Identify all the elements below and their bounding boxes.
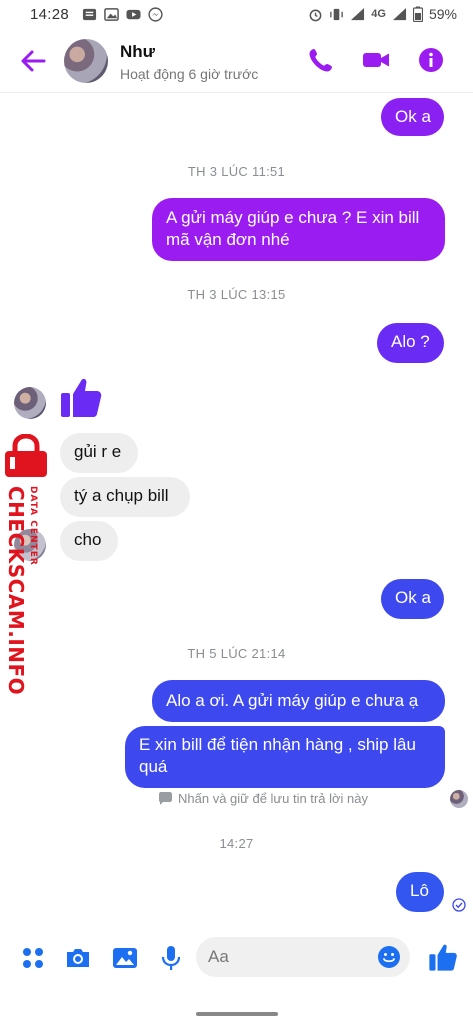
sender-avatar[interactable] (14, 387, 46, 419)
conversation-header: Như Hoạt động 6 giờ trước (0, 30, 473, 93)
reply-hint: Nhấn và giữ để lưu tin trả lời này (158, 791, 368, 806)
emoji-icon[interactable] (377, 945, 401, 969)
watermark-subtext: DATA CENTER (28, 486, 38, 566)
battery-percent: 59% (428, 6, 457, 22)
camera-icon[interactable] (64, 944, 92, 972)
thumbs-up-icon[interactable] (59, 375, 103, 419)
message-line: E xin bill để tiện nhận hàng , ship lâu (139, 735, 416, 754)
padlock-icon (5, 434, 47, 477)
alarm-icon (309, 9, 322, 21)
phone-icon[interactable] (306, 45, 336, 75)
incoming-message[interactable]: cho (60, 521, 118, 561)
battery-icon (412, 6, 423, 22)
youtube-notification-icon (126, 9, 141, 20)
message-input-box[interactable] (196, 937, 410, 977)
video-camera-icon[interactable] (361, 45, 391, 75)
outgoing-message[interactable]: Alo ? (377, 323, 444, 363)
timestamp: TH 5 LÚC 21:14 (187, 646, 286, 661)
status-bar: 14:28 4G 59% (0, 0, 473, 30)
chat-bubble-icon (159, 791, 172, 805)
cell-signal-icon (392, 7, 407, 20)
contact-status: Hoạt động 6 giờ trước (120, 66, 259, 82)
image-icon[interactable] (111, 944, 139, 972)
status-time: 14:28 (30, 6, 70, 23)
hint-text: Nhấn và giữ để lưu tin trả lời này (178, 791, 368, 806)
timestamp: TH 3 LÚC 11:51 (187, 164, 286, 179)
contact-avatar[interactable] (64, 39, 108, 83)
timestamp: 14:27 (219, 836, 254, 851)
notification-icons (82, 7, 163, 22)
message-notification-icon (82, 8, 97, 21)
vibrate-icon (330, 8, 344, 20)
message-line: mã vận đơn nhé (166, 230, 290, 249)
back-arrow-icon[interactable] (18, 46, 48, 76)
messenger-notification-icon (148, 7, 163, 22)
menu-dots-icon[interactable] (19, 944, 47, 972)
network-type: 4G (371, 8, 386, 20)
home-indicator[interactable] (196, 1012, 278, 1016)
incoming-message[interactable]: tý a chụp bill (60, 477, 190, 517)
sent-check-icon (452, 898, 466, 912)
system-icons: 4G 59% (308, 6, 457, 22)
timestamp: TH 3 LÚC 13:15 (187, 287, 286, 302)
watermark-text: CHECKSCAM.INFO (4, 486, 28, 696)
message-line: quá (139, 757, 168, 776)
microphone-icon[interactable] (157, 944, 185, 972)
outgoing-message[interactable]: Alo a ơi. A gửi máy giúp e chưa ạ (152, 680, 445, 722)
message-line: A gửi máy giúp e chưa ? E xin bill (166, 208, 420, 227)
watermark: CHECKSCAM.INFO DATA CENTER (0, 434, 60, 695)
outgoing-message[interactable]: Ok a (381, 98, 444, 136)
message-composer (0, 930, 473, 990)
message-input[interactable] (208, 937, 368, 977)
outgoing-message[interactable]: E xin bill để tiện nhận hàng , ship lâu … (125, 726, 445, 788)
gallery-notification-icon (104, 8, 119, 21)
contact-name[interactable]: Như (120, 42, 155, 62)
info-icon[interactable] (416, 45, 446, 75)
seen-avatar (450, 790, 468, 808)
thumbs-up-icon[interactable] (428, 942, 458, 972)
outgoing-message[interactable]: A gửi máy giúp e chưa ? E xin bill mã vậ… (152, 198, 445, 261)
incoming-message[interactable]: gủi r e (60, 433, 138, 473)
wifi-signal-icon (351, 7, 365, 20)
outgoing-message[interactable]: Ok a (381, 579, 444, 619)
outgoing-message[interactable]: Lô (396, 872, 444, 912)
